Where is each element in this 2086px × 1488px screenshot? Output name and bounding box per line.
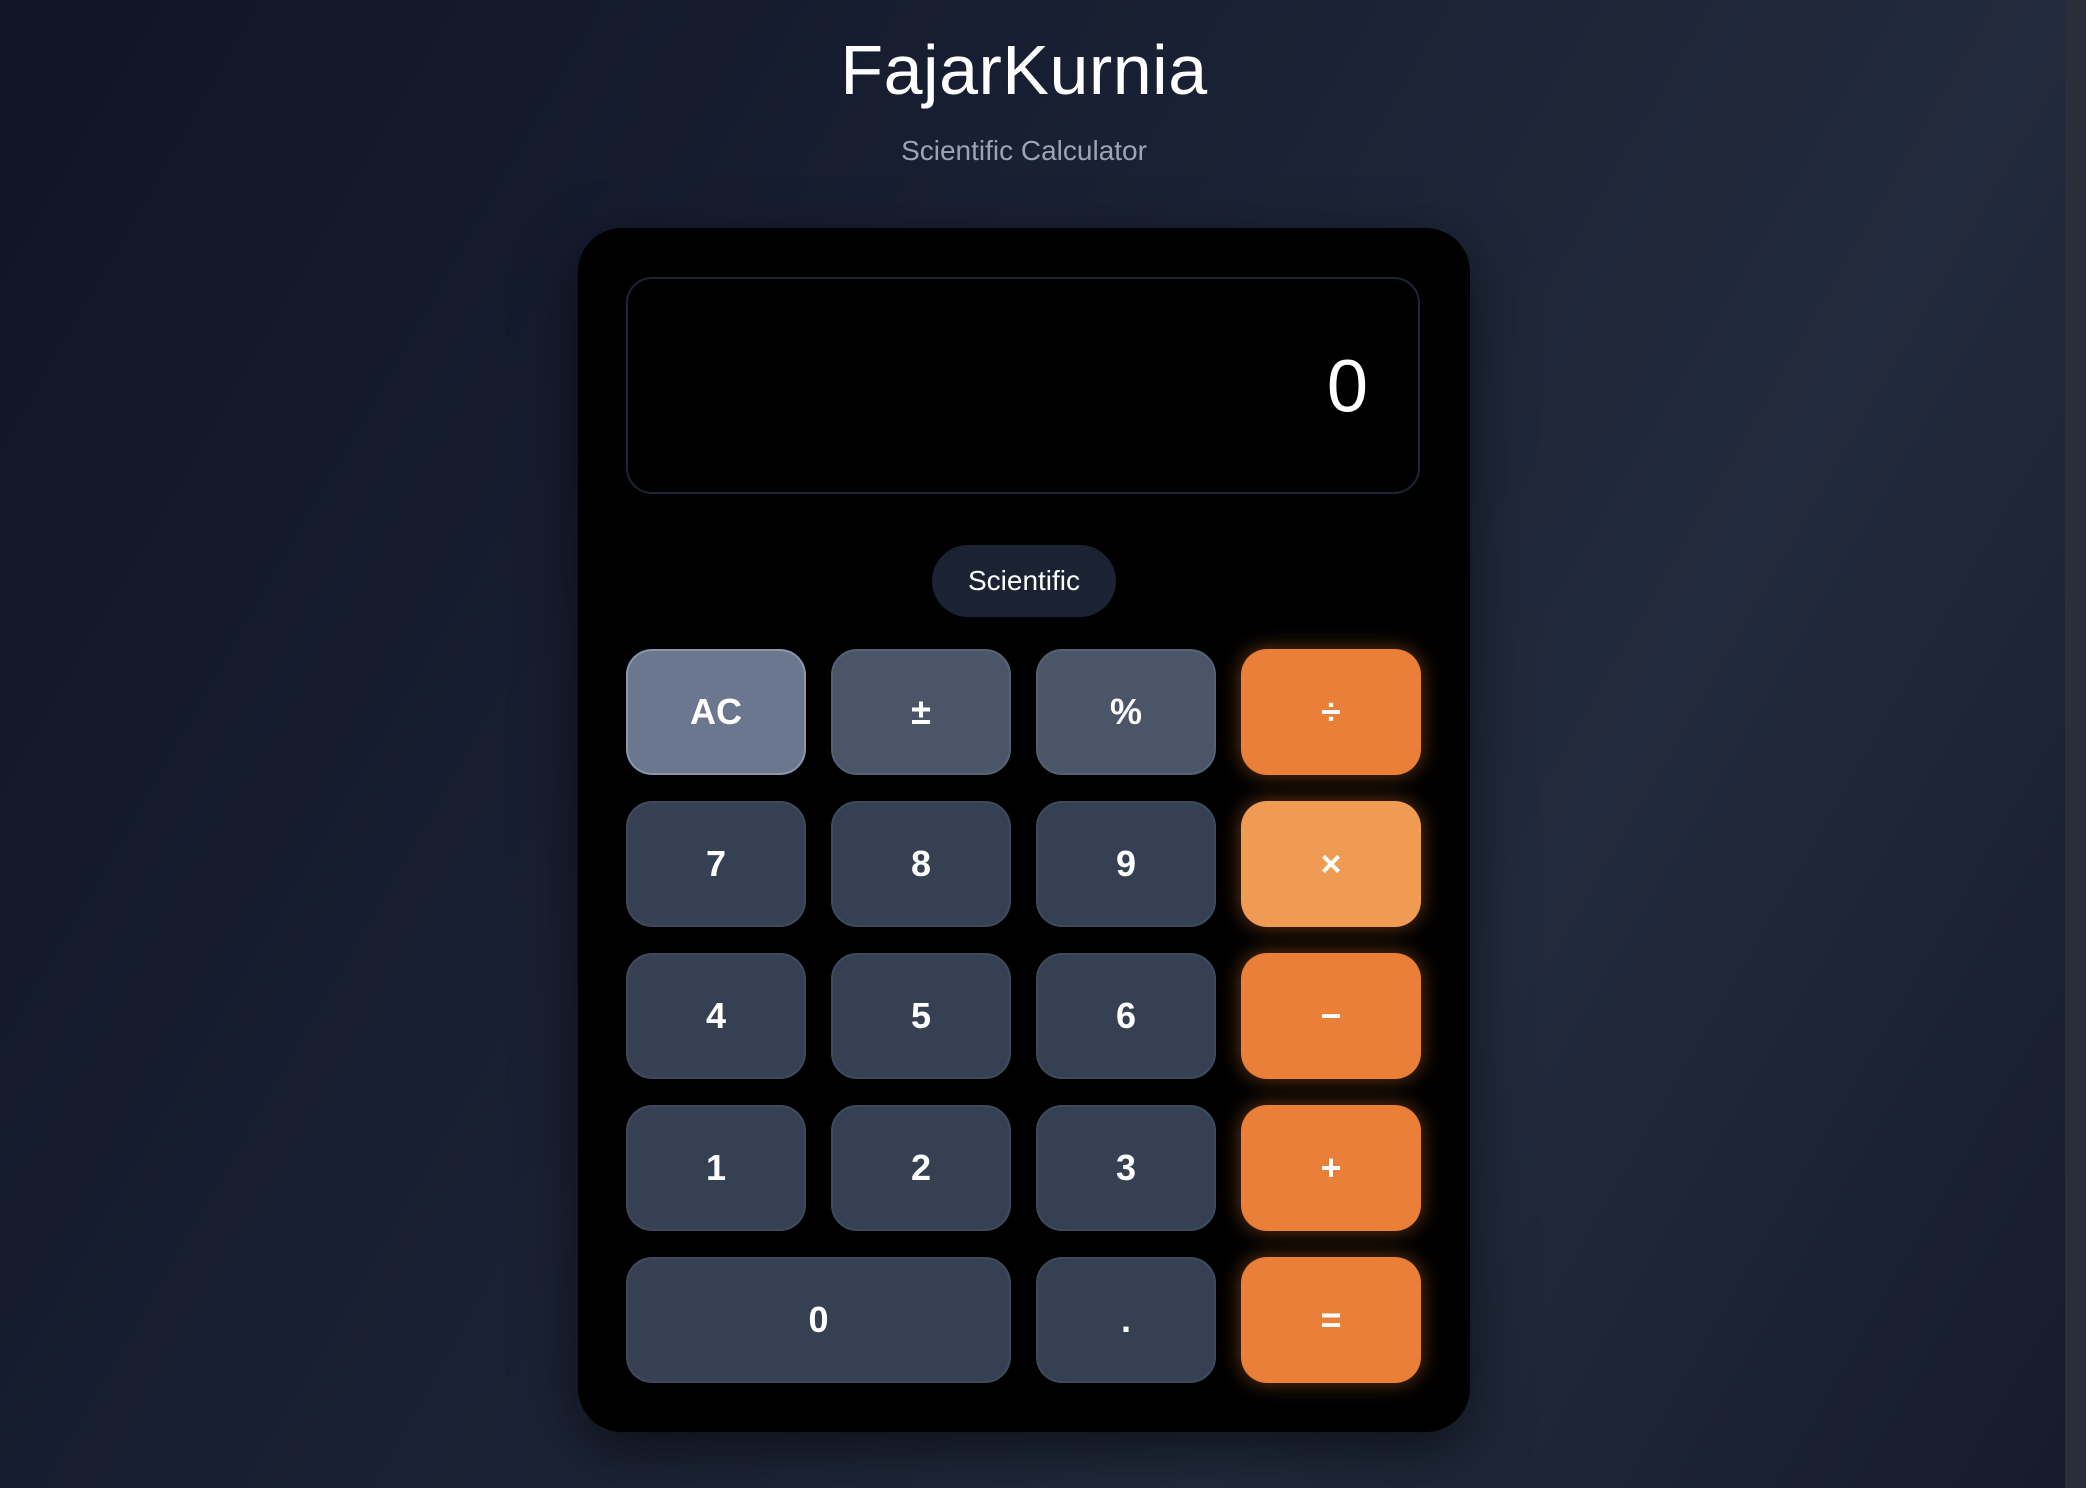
- page-subtitle: Scientific Calculator: [901, 135, 1147, 166]
- plus-button[interactable]: +: [1241, 1105, 1421, 1231]
- calculator: 0 Scientific AC ± % ÷ 7 8 9 × 4 5 6 − 1 …: [578, 228, 1470, 1432]
- calculator-display: 0: [626, 277, 1420, 494]
- digit-6-button[interactable]: 6: [1036, 953, 1216, 1079]
- digit-3-button[interactable]: 3: [1036, 1105, 1216, 1231]
- digit-4-button[interactable]: 4: [626, 953, 806, 1079]
- multiply-button[interactable]: ×: [1241, 801, 1421, 927]
- equals-button[interactable]: =: [1241, 1257, 1421, 1383]
- digit-2-button[interactable]: 2: [831, 1105, 1011, 1231]
- display-value: 0: [1326, 344, 1368, 427]
- scientific-mode-button[interactable]: Scientific: [932, 545, 1116, 617]
- window-edge: [2065, 0, 2086, 1488]
- percent-button[interactable]: %: [1036, 649, 1216, 775]
- digit-7-button[interactable]: 7: [626, 801, 806, 927]
- plus-minus-button[interactable]: ±: [831, 649, 1011, 775]
- digit-0-button[interactable]: 0: [626, 1257, 1011, 1383]
- page-header: FajarKurnia Scientific Calculator: [0, 24, 2048, 168]
- decimal-button[interactable]: .: [1036, 1257, 1216, 1383]
- digit-9-button[interactable]: 9: [1036, 801, 1216, 927]
- divide-button[interactable]: ÷: [1241, 649, 1421, 775]
- minus-button[interactable]: −: [1241, 953, 1421, 1079]
- digit-5-button[interactable]: 5: [831, 953, 1011, 1079]
- digit-8-button[interactable]: 8: [831, 801, 1011, 927]
- page-title: FajarKurnia: [840, 31, 1208, 109]
- digit-1-button[interactable]: 1: [626, 1105, 806, 1231]
- clear-button[interactable]: AC: [626, 649, 806, 775]
